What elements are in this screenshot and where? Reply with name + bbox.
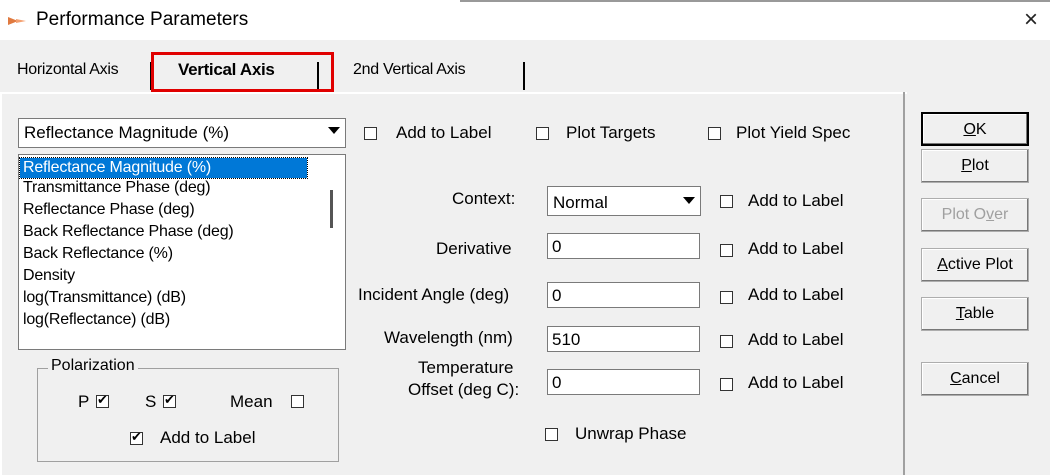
close-icon[interactable]: × (1024, 6, 1038, 34)
temperature-add-to-label-checkbox[interactable] (720, 378, 733, 391)
unwrap-phase-label: Unwrap Phase (575, 424, 687, 443)
context-dropdown-value: Normal (553, 193, 608, 212)
add-to-label-checkbox[interactable] (364, 127, 377, 140)
polarization-add-to-label-label: Add to Label (160, 428, 256, 447)
tab-horizontal-axis[interactable]: Horizontal Axis (13, 56, 122, 86)
ok-button[interactable]: OK (921, 112, 1029, 146)
incident-angle-input[interactable]: 0 (547, 282, 700, 308)
polarization-p-label: P (78, 392, 90, 411)
cancel-button-label: Cancel (950, 370, 1000, 387)
plot-yield-spec-label: Plot Yield Spec (736, 123, 851, 142)
polarization-mean-label: Mean (230, 392, 273, 411)
incident-angle-label: Incident Angle (deg) (358, 285, 510, 304)
tab-separator (523, 62, 526, 90)
list-item[interactable]: log(Transmittance) (dB) (23, 288, 186, 308)
derivative-input[interactable]: 0 (547, 233, 700, 259)
unwrap-phase-checkbox[interactable] (545, 428, 558, 441)
list-item[interactable]: Back Reflectance (%) (23, 244, 173, 264)
wavelength-add-to-label-label: Add to Label (748, 330, 844, 349)
panel-border (0, 92, 2, 475)
context-label: Context: (452, 189, 516, 208)
list-item[interactable]: Back Reflectance Phase (deg) (23, 222, 234, 242)
context-add-to-label-checkbox[interactable] (720, 195, 733, 208)
background-window-edge (460, 0, 1050, 2)
window-title: Performance Parameters (36, 9, 249, 30)
cancel-button[interactable]: Cancel (921, 362, 1029, 396)
list-item[interactable]: Transmittance Phase (deg) (23, 178, 211, 198)
temperature-add-to-label-label: Add to Label (748, 373, 844, 392)
quantity-list[interactable]: Reflectance Magnitude (%) Transmittance … (18, 154, 346, 350)
panel-border (903, 92, 905, 475)
derivative-add-to-label-checkbox[interactable] (720, 244, 733, 257)
polarization-mean-checkbox[interactable] (291, 395, 304, 408)
ok-button-label: OK (963, 121, 987, 138)
polarization-s-label: S (145, 392, 157, 411)
incident-add-to-label-checkbox[interactable] (720, 291, 733, 304)
wavelength-input[interactable]: 510 (547, 326, 700, 352)
temperature-offset-input[interactable]: 0 (547, 369, 700, 395)
list-scrollbar[interactable] (330, 190, 333, 228)
wavelength-value: 510 (552, 330, 581, 349)
list-item[interactable]: Reflectance Phase (deg) (23, 200, 195, 220)
plot-yield-spec-checkbox[interactable] (708, 127, 721, 140)
tab-2nd-vertical-axis[interactable]: 2nd Vertical Axis (349, 56, 469, 86)
polarization-add-to-label-checkbox[interactable] (130, 429, 143, 445)
polarization-title: Polarization (48, 357, 138, 375)
active-plot-button-label: Active Plot (937, 256, 1013, 273)
incident-angle-value: 0 (552, 286, 562, 305)
panel-border (0, 92, 907, 94)
app-icon (8, 17, 26, 25)
list-item[interactable]: Density (23, 266, 75, 286)
derivative-value: 0 (552, 237, 562, 256)
temperature-label-line2: Offset (deg C): (408, 380, 520, 399)
chevron-down-icon[interactable] (328, 127, 340, 134)
context-add-to-label-label: Add to Label (748, 191, 844, 210)
active-plot-button[interactable]: Active Plot (921, 248, 1029, 282)
plot-targets-label: Plot Targets (566, 123, 656, 142)
temperature-offset-value: 0 (552, 373, 562, 392)
context-dropdown[interactable]: Normal (547, 186, 701, 216)
chevron-down-icon[interactable] (683, 197, 695, 204)
polarization-s-checkbox[interactable] (163, 392, 176, 408)
incident-add-to-label-label: Add to Label (748, 285, 844, 304)
add-to-label-label: Add to Label (396, 123, 492, 142)
plot-button-label: Plot (961, 157, 989, 174)
plot-button[interactable]: Plot (921, 149, 1029, 183)
wavelength-add-to-label-checkbox[interactable] (720, 335, 733, 348)
table-button[interactable]: Table (921, 297, 1029, 331)
table-button-label: Table (955, 305, 995, 322)
quantity-dropdown[interactable]: Reflectance Magnitude (%) (18, 118, 346, 148)
polarization-p-checkbox[interactable] (96, 392, 109, 408)
list-item[interactable]: Reflectance Magnitude (%) (19, 157, 308, 179)
plot-targets-checkbox[interactable] (536, 127, 549, 140)
wavelength-label: Wavelength (nm) (384, 328, 513, 347)
derivative-label: Derivative (436, 239, 512, 258)
quantity-dropdown-value: Reflectance Magnitude (%) (24, 123, 230, 142)
tab-highlight-box (151, 52, 334, 92)
plot-over-button[interactable]: Plot Over (921, 198, 1029, 232)
list-item[interactable]: log(Reflectance) (dB) (23, 310, 170, 330)
plot-over-button-label: Plot Over (941, 206, 1009, 223)
temperature-label-line1: Temperature (418, 358, 514, 377)
derivative-add-to-label-label: Add to Label (748, 239, 844, 258)
